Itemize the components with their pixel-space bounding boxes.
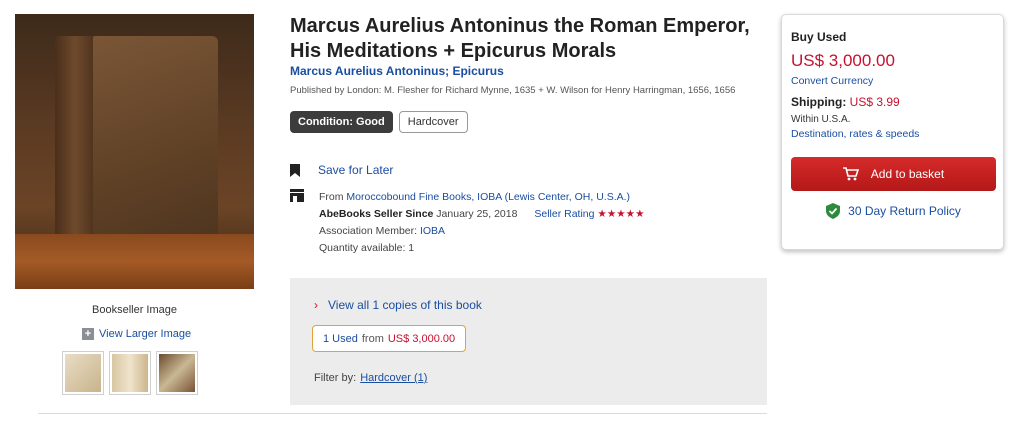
- save-for-later-link[interactable]: Save for Later: [290, 163, 393, 177]
- filter-label: Filter by:: [314, 372, 357, 384]
- add-to-basket-label: Add to basket: [870, 167, 945, 181]
- shipping-label: Shipping:: [791, 95, 847, 109]
- publication-info: Published by London: M. Flesher for Rich…: [290, 85, 736, 96]
- divider: [38, 413, 767, 414]
- view-larger-image-link[interactable]: + View Larger Image: [82, 328, 191, 340]
- used-count: 1 Used: [323, 332, 358, 345]
- save-for-later-label: Save for Later: [318, 163, 394, 177]
- used-price: US$ 3,000.00: [387, 332, 456, 345]
- storefront-icon: [290, 189, 304, 202]
- destination-rates-link[interactable]: Destination, rates & speeds: [791, 128, 919, 140]
- author-link[interactable]: Marcus Aurelius Antoninus; Epicurus: [290, 64, 504, 78]
- used-copies-chip[interactable]: 1 Used from US$ 3,000.00: [312, 325, 467, 352]
- rating-stars-icon: ★★★★★: [597, 208, 645, 220]
- shield-check-icon: [826, 203, 841, 219]
- bookmark-icon: [290, 163, 300, 177]
- seller-since-date: January 25, 2018: [433, 208, 518, 220]
- thumbnail-1[interactable]: [62, 351, 104, 395]
- plus-icon: +: [82, 328, 94, 340]
- shipping-value: US$ 3.99: [849, 95, 900, 109]
- buy-box: Buy Used US$ 3,000.00 Convert Currency S…: [781, 14, 1004, 250]
- seller-name-link[interactable]: Moroccobound Fine Books, IOBA (Lewis Cen…: [346, 191, 630, 203]
- thumbnail-2[interactable]: [109, 351, 151, 395]
- view-larger-label: View Larger Image: [99, 328, 192, 340]
- filter-row: Filter by: Hardcover (1): [314, 372, 427, 384]
- copies-panel: › View all 1 copies of this book 1 Used …: [290, 278, 767, 405]
- cart-icon: [842, 167, 859, 181]
- binding-badge: Hardcover: [398, 111, 468, 133]
- seller-rating-label: Seller Rating: [534, 208, 595, 220]
- seller-since-label: AbeBooks Seller Since: [319, 208, 434, 220]
- buy-used-heading: Buy Used: [791, 30, 847, 44]
- association-link[interactable]: IOBA: [420, 225, 445, 237]
- book-cover-graphic: [93, 36, 218, 266]
- product-title: Marcus Aurelius Antoninus the Roman Empe…: [290, 15, 750, 62]
- image-caption: Bookseller Image: [92, 304, 177, 316]
- convert-currency-link[interactable]: Convert Currency: [791, 75, 873, 87]
- thumbnail-3[interactable]: [156, 351, 198, 395]
- table-surface-graphic: [15, 234, 254, 289]
- chevron-right-icon: ›: [314, 298, 318, 312]
- seller-rating-link[interactable]: Seller Rating ★★★★★: [534, 208, 644, 220]
- filter-hardcover-link[interactable]: Hardcover (1): [360, 372, 427, 384]
- association-label: Association Member:: [319, 225, 420, 237]
- return-policy-label: 30 Day Return Policy: [848, 204, 961, 218]
- shipping-row: Shipping: US$ 3.99: [791, 95, 900, 109]
- tag-row: Condition: Good Hardcover: [290, 111, 468, 133]
- add-to-basket-button[interactable]: Add to basket: [791, 157, 996, 191]
- buy-price: US$ 3,000.00: [791, 51, 895, 70]
- main-book-image[interactable]: [15, 14, 254, 289]
- return-policy-link[interactable]: 30 Day Return Policy: [791, 203, 996, 219]
- view-all-copies-label: View all 1 copies of this book: [328, 298, 482, 312]
- shipping-within: Within U.S.A.: [791, 114, 851, 125]
- view-all-copies-link[interactable]: › View all 1 copies of this book: [314, 298, 482, 312]
- seller-from-prefix: From: [319, 191, 347, 203]
- condition-badge: Condition: Good: [290, 111, 393, 133]
- used-from-text: from: [361, 332, 384, 345]
- quantity-available: Quantity available: 1: [319, 242, 415, 254]
- thumbnail-strip: [62, 351, 198, 395]
